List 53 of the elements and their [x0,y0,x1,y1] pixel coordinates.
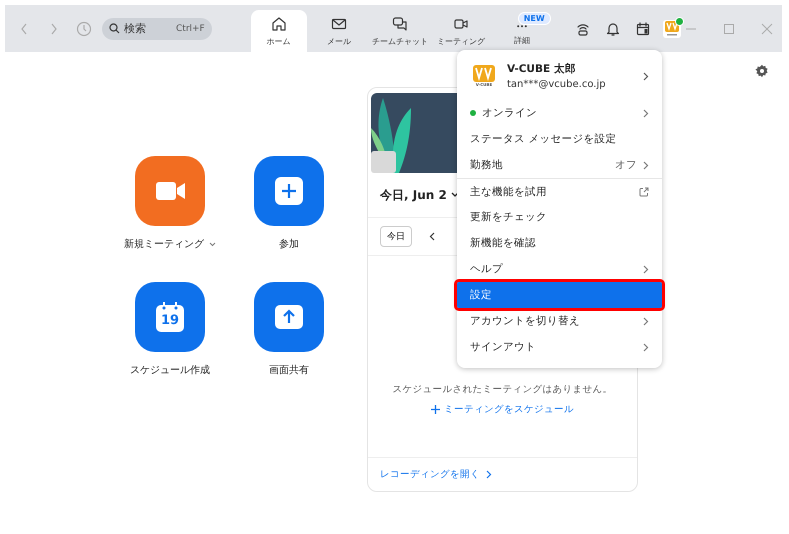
nav-tab[interactable]: チームチャット [370,10,431,52]
chevron-left-icon [20,22,28,34]
menu-item[interactable]: 主な機能を試用 [457,178,662,204]
action-label: 画面共有 [269,364,309,377]
chevron-left-icon [429,232,435,241]
plus-icon [273,175,305,207]
user-email: tan***@vcube.co.jp [507,79,607,90]
clock-icon [76,20,92,36]
logo-icon [662,20,681,38]
schedule-link[interactable]: ミーティングをスケジュール [425,402,580,417]
menu-item-value: オフ [615,158,637,172]
nav-tab[interactable]: ホーム [250,10,307,52]
house-icon [270,15,288,33]
menu-item[interactable]: 勤務地 オフ [457,152,662,178]
search-bar[interactable]: 検索 Ctrl+F [102,18,212,40]
gear-icon [755,64,769,78]
shortcut-hint: Ctrl+F [176,24,205,34]
search-icon [109,23,120,34]
menu-item[interactable]: ヘルプ [457,256,662,282]
new-badge: NEW [518,12,551,25]
menu-item[interactable]: オンライン [457,100,662,126]
dots-icon [517,24,528,28]
search-field[interactable]: 検索 [124,22,172,35]
menu-item[interactable]: 新機能を確認 [457,230,662,256]
empty-message: スケジュールされたミーティングはありません。 [392,383,612,396]
user-name: V-CUBE 太郎 [507,62,577,76]
maximize-icon [722,22,735,34]
menu-item[interactable]: 更新をチェック [457,204,662,230]
chevron-right-icon [486,470,492,479]
calendar-icon [634,20,651,36]
menu-item[interactable]: アカウントを切り替え [457,308,662,334]
menu-item[interactable]: ステータス メッセージを設定 [457,126,662,152]
date-heading: 今日, Jun 2 [380,186,447,204]
action-label: 新規ミーティング [124,238,204,251]
nav-tab[interactable]: ミーティング [430,10,492,52]
menu-item[interactable]: サインアウト [457,334,662,360]
chevron-right-icon [643,72,649,80]
calendar-day: 19 [160,312,180,328]
avatar-button[interactable] [662,20,681,38]
chevron-right-icon [50,22,58,34]
menu-item[interactable]: 設定 [457,282,662,308]
external-link-icon [639,186,649,196]
logo-icon [473,65,495,82]
close-icon [760,22,773,34]
recordings-link[interactable]: レコーディングを開く [380,468,480,481]
chat-bubbles-icon [391,15,410,33]
nav-tab[interactable]: メール [308,10,370,52]
plus-icon [431,405,440,414]
today-button[interactable]: 今日 [380,226,412,247]
calendar-icon [155,301,185,333]
action-label: 参加 [279,238,299,251]
action-label: スケジュール作成 [130,364,210,377]
bell-icon [604,20,621,36]
